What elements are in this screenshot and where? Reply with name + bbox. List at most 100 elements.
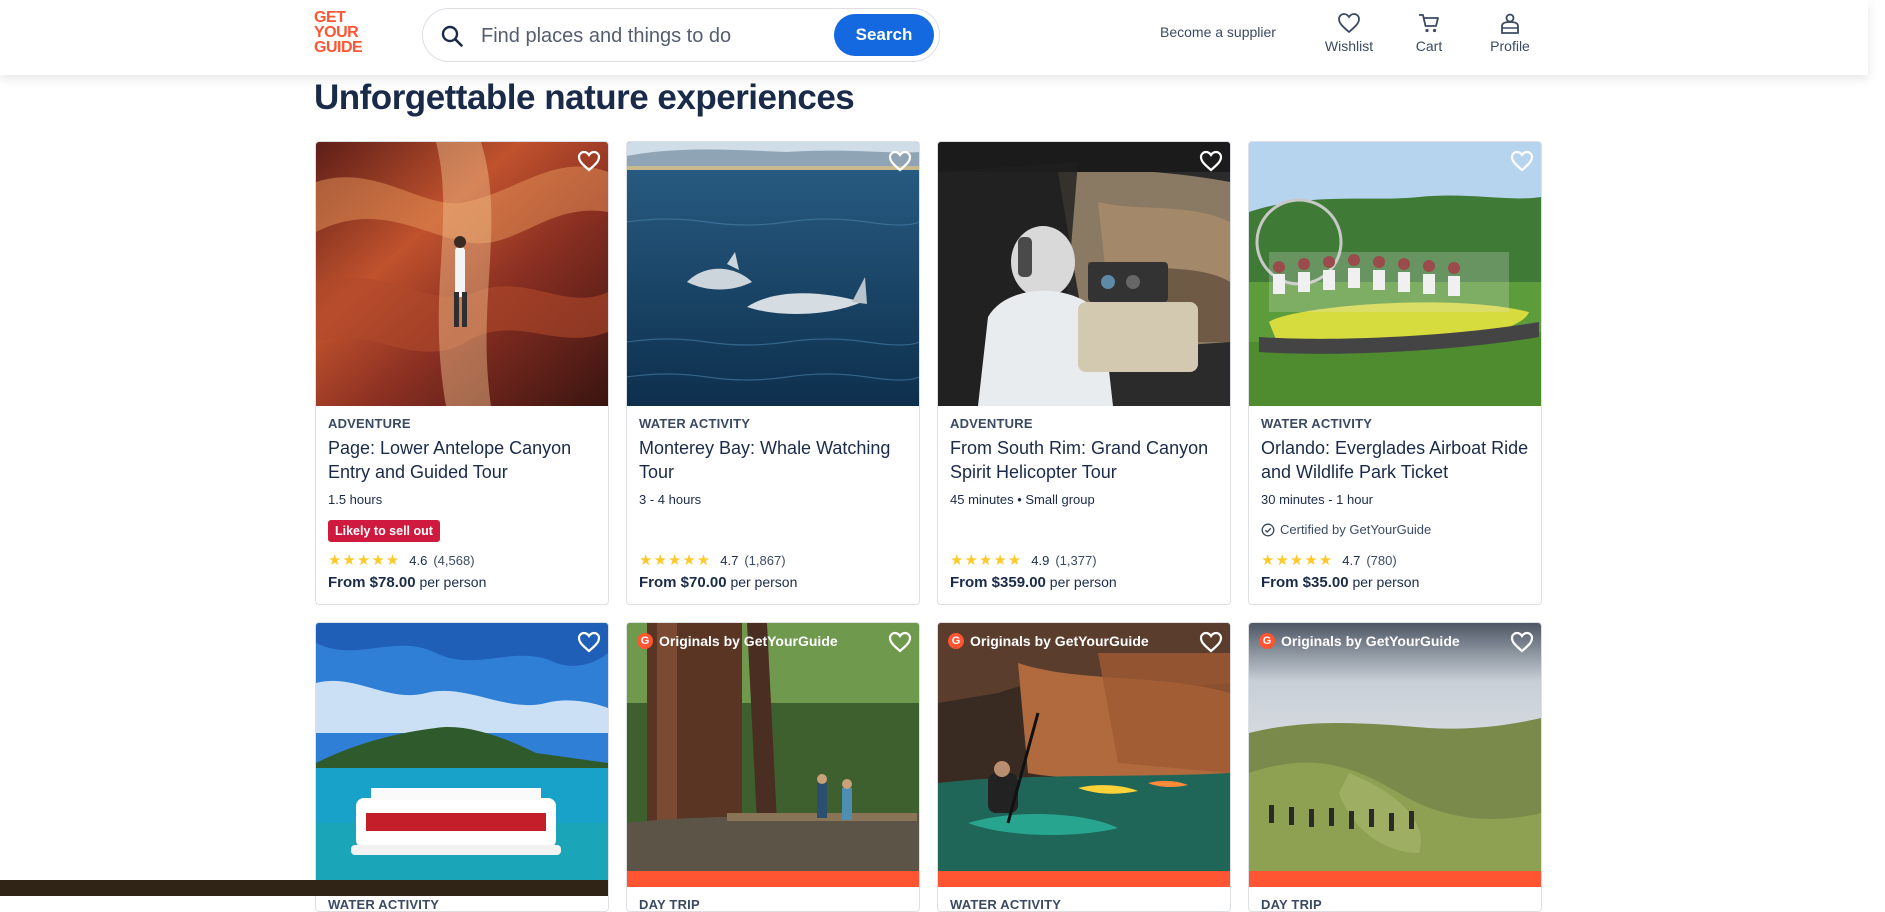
activity-category: DAY TRIP: [639, 897, 700, 912]
activity-image: [938, 142, 1230, 406]
add-to-wishlist-heart-icon[interactable]: [1509, 629, 1535, 655]
activity-duration: 1.5 hours: [328, 492, 383, 507]
activity-image: [316, 142, 608, 406]
originals-label: G Originals by GetYourGuide: [637, 633, 838, 649]
profile-nav[interactable]: Profile: [1475, 12, 1545, 62]
price-value: From $35.00: [1261, 574, 1349, 591]
activity-title[interactable]: Orlando: Everglades Airboat Ride and Wil…: [1261, 436, 1533, 484]
activity-card[interactable]: ADVENTURE From South Rim: Grand Canyon S…: [937, 141, 1231, 605]
price-unit: per person: [1352, 574, 1420, 590]
price-value: From $70.00: [639, 574, 727, 591]
rating-stars-icon: ★★★★★: [328, 552, 401, 569]
review-count: (780): [1366, 552, 1397, 568]
add-to-wishlist-heart-icon[interactable]: [1509, 148, 1535, 174]
rating-score: 4.9: [1031, 552, 1050, 568]
add-to-wishlist-heart-icon[interactable]: [1198, 629, 1224, 655]
activity-image: [627, 142, 919, 406]
activity-title[interactable]: Page: Lower Antelope Canyon Entry and Gu…: [328, 436, 600, 484]
getyourguide-g-icon: G: [1259, 633, 1275, 649]
activity-price: From $359.00 per person: [950, 574, 1117, 591]
review-count: (1,867): [744, 552, 786, 568]
activity-duration: 45 minutes • Small group: [950, 492, 1095, 507]
likely-to-sell-out-badge: Likely to sell out: [328, 520, 440, 542]
search-input[interactable]: [479, 19, 823, 53]
rating-stars-icon: ★★★★★: [950, 552, 1023, 569]
originals-text: Originals by GetYourGuide: [970, 633, 1149, 649]
activity-category: ADVENTURE: [328, 416, 411, 431]
activity-card[interactable]: G Originals by GetYourGuide DAY TRIP: [626, 622, 920, 912]
become-supplier-link[interactable]: Become a supplier: [1160, 24, 1276, 40]
rating-stars-icon: ★★★★★: [1261, 552, 1334, 569]
activity-card[interactable]: WATER ACTIVITY Orlando: Everglades Airbo…: [1248, 141, 1542, 605]
price-value: From $78.00: [328, 574, 416, 591]
activity-duration: 30 minutes - 1 hour: [1261, 492, 1374, 507]
price-unit: per person: [419, 574, 487, 590]
rating-stars-icon: ★★★★★: [639, 552, 712, 569]
search-icon: [441, 25, 463, 47]
rating-score: 4.7: [1342, 552, 1361, 568]
activity-image: [938, 623, 1230, 887]
activity-title[interactable]: Monterey Bay: Whale Watching Tour: [639, 436, 911, 484]
originals-label: G Originals by GetYourGuide: [948, 633, 1149, 649]
activity-card[interactable]: ADVENTURE Page: Lower Antelope Canyon En…: [315, 141, 609, 605]
certified-text: Certified by GetYourGuide: [1280, 522, 1432, 537]
activity-card[interactable]: WATER ACTIVITY Monterey Bay: Whale Watch…: [626, 141, 920, 605]
review-count: (4,568): [433, 552, 475, 568]
activity-rating: ★★★★★ 4.6 (4,568): [328, 551, 475, 569]
cart-nav[interactable]: Cart: [1394, 12, 1464, 62]
activity-price: From $35.00 per person: [1261, 574, 1419, 591]
browser-status-bar: [0, 880, 608, 896]
activity-rating: ★★★★★ 4.7 (780): [1261, 551, 1397, 569]
activity-category: WATER ACTIVITY: [950, 897, 1062, 912]
add-to-wishlist-heart-icon[interactable]: [576, 629, 602, 655]
wishlist-nav[interactable]: Wishlist: [1314, 12, 1384, 62]
price-unit: per person: [1049, 574, 1117, 590]
cart-icon: [1419, 14, 1439, 33]
activity-category: WATER ACTIVITY: [639, 416, 751, 431]
wishlist-label: Wishlist: [1324, 38, 1374, 54]
getyourguide-g-icon: G: [637, 633, 653, 649]
profile-icon: [1501, 13, 1519, 34]
activity-image: [1249, 142, 1541, 406]
add-to-wishlist-heart-icon[interactable]: [576, 148, 602, 174]
heart-icon: [1338, 13, 1360, 34]
activity-duration: 3 - 4 hours: [639, 492, 702, 507]
add-to-wishlist-heart-icon[interactable]: [887, 148, 913, 174]
review-count: (1,377): [1055, 552, 1097, 568]
certified-check-icon: [1261, 523, 1275, 536]
search-button[interactable]: Search: [834, 14, 934, 56]
section-title: Unforgettable nature experiences: [314, 78, 855, 117]
activity-rating: ★★★★★ 4.7 (1,867): [639, 551, 786, 569]
price-value: From $359.00: [950, 574, 1046, 591]
add-to-wishlist-heart-icon[interactable]: [1198, 148, 1224, 174]
getyourguide-logo[interactable]: GET YOUR GUIDE: [314, 10, 378, 58]
rating-score: 4.7: [720, 552, 739, 568]
activity-card[interactable]: WATER ACTIVITY: [315, 622, 609, 912]
activity-card[interactable]: G Originals by GetYourGuide WATER ACTIVI…: [937, 622, 1231, 912]
activity-category: ADVENTURE: [950, 416, 1033, 431]
search-bar: Search: [422, 8, 940, 62]
certified-label: Certified by GetYourGuide: [1261, 522, 1431, 537]
profile-label: Profile: [1490, 38, 1530, 54]
activity-category: WATER ACTIVITY: [1261, 416, 1373, 431]
originals-orange-bar: [1249, 871, 1541, 887]
originals-text: Originals by GetYourGuide: [659, 633, 838, 649]
cart-label: Cart: [1415, 38, 1443, 54]
top-header: GET YOUR GUIDE Search Become a supplier …: [0, 0, 1868, 75]
activity-price: From $70.00 per person: [639, 574, 797, 591]
originals-orange-bar: [627, 871, 919, 887]
activity-image: [1249, 623, 1541, 887]
originals-label: G Originals by GetYourGuide: [1259, 633, 1460, 649]
activity-card[interactable]: G Originals by GetYourGuide DAY TRIP: [1248, 622, 1542, 912]
add-to-wishlist-heart-icon[interactable]: [887, 629, 913, 655]
activity-image: [627, 623, 919, 887]
activity-title[interactable]: From South Rim: Grand Canyon Spirit Heli…: [950, 436, 1222, 484]
rating-score: 4.6: [409, 552, 428, 568]
activity-category: WATER ACTIVITY: [328, 897, 440, 912]
price-unit: per person: [730, 574, 798, 590]
activity-rating: ★★★★★ 4.9 (1,377): [950, 551, 1097, 569]
activity-image: [316, 623, 608, 887]
originals-orange-bar: [938, 871, 1230, 887]
activity-category: DAY TRIP: [1261, 897, 1322, 912]
getyourguide-g-icon: G: [948, 633, 964, 649]
